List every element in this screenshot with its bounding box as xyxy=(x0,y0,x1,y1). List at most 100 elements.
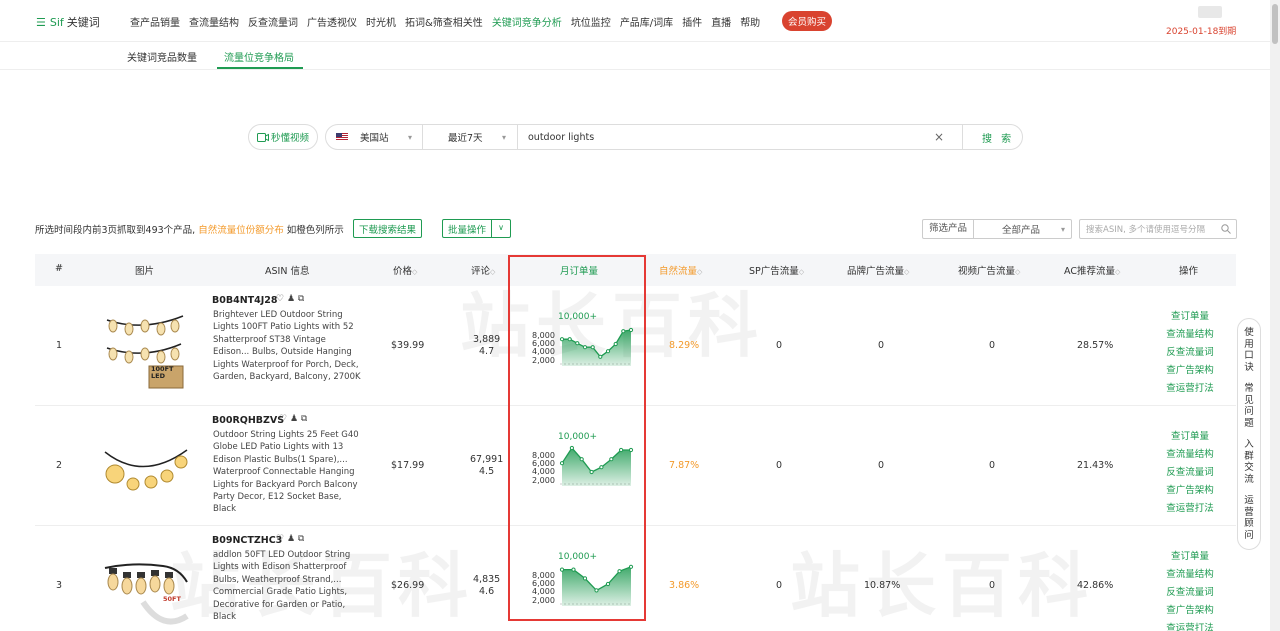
product-image-label: 50FT xyxy=(163,595,181,603)
site-select[interactable]: 美国站 xyxy=(336,125,389,149)
vip-purchase-button[interactable]: 会员购买 xyxy=(782,11,833,31)
operation-link[interactable]: 反查流量词 xyxy=(1165,344,1215,358)
asin-code[interactable]: B00RQHBZVS xyxy=(212,415,284,426)
tab-keyword-competitors[interactable]: 关键词竞品数量 xyxy=(127,49,197,64)
asin-action-icons: ♡ ♟ ⧉ xyxy=(276,534,304,544)
row-operations: 查订单量查流量结构反查流量词查广告架构查运营打法 xyxy=(1165,308,1215,394)
review-count: 67,991 xyxy=(470,454,504,465)
col-video-ad-traffic[interactable]: 视频广告流量◇ xyxy=(958,263,1020,277)
menu-item[interactable]: 产品库/词库 xyxy=(620,14,673,29)
product-title[interactable]: Brightever LED Outdoor String Lights 100… xyxy=(213,309,363,383)
row-number: 3 xyxy=(56,580,63,591)
period-select[interactable]: 最近7天 xyxy=(448,125,483,149)
batch-operations-button[interactable]: 批量操作 ∨ xyxy=(442,219,512,238)
asin-search-input[interactable]: 搜索ASIN, 多个请使用逗号分隔 xyxy=(1079,219,1237,239)
menu-item[interactable]: 广告透视仪 xyxy=(307,14,357,29)
amazon-icon[interactable]: ♟ xyxy=(290,414,298,424)
help-side-panel: 使用口诀常见问题入群交流运营顾问 xyxy=(1237,318,1261,550)
sp-ad-traffic: 0 xyxy=(776,340,783,351)
operation-link[interactable]: 查广告架构 xyxy=(1165,362,1215,376)
operation-link[interactable]: 查流量结构 xyxy=(1165,446,1215,460)
brand-ad-traffic: 10.87% xyxy=(864,580,901,591)
side-panel-item[interactable]: 常见问题 xyxy=(1243,383,1255,429)
side-panel-item[interactable]: 运营顾问 xyxy=(1243,495,1255,541)
col-organic-traffic[interactable]: 自然流量◇ xyxy=(659,263,702,277)
side-panel-item[interactable]: 使用口诀 xyxy=(1243,327,1255,373)
menu-item[interactable]: 插件 xyxy=(682,14,702,29)
rating: 4.6 xyxy=(479,586,495,597)
video-ad-traffic: 0 xyxy=(989,340,996,351)
row-operations: 查订单量查流量结构反查流量词查广告架构查运营打法 xyxy=(1165,428,1215,514)
operation-link[interactable]: 查流量结构 xyxy=(1165,566,1215,580)
operation-link[interactable]: 查流量结构 xyxy=(1165,326,1215,340)
favorite-heart-icon[interactable]: ♡ xyxy=(276,294,284,304)
operation-link[interactable]: 查订单量 xyxy=(1165,548,1215,562)
operation-link[interactable]: 反查流量词 xyxy=(1165,464,1215,478)
review-count: 3,889 xyxy=(473,334,501,345)
top-nav: ☰ Sif 关键词 查产品销量 查流量结构 反查流量词 广告透视仪 时光机 拓词&筛查相关性关… xyxy=(0,0,1270,42)
ac-traffic: 21.43% xyxy=(1077,460,1114,471)
keyword-input[interactable]: outdoor lights xyxy=(528,125,594,149)
copy-icon[interactable]: ⧉ xyxy=(298,534,304,544)
menu-item[interactable]: 坑位监控 xyxy=(571,14,611,29)
menu-item[interactable]: 关键词竞争分析 xyxy=(492,14,562,29)
asin-code[interactable]: B0B4NT4J28 xyxy=(212,295,278,306)
main-menu: 查产品销量 查流量结构 反查流量词 广告透视仪 时光机 拓词&筛查相关性 关键词竞争分析 坑位… xyxy=(130,14,769,29)
col-operations: 操作 xyxy=(1179,266,1199,277)
copy-icon[interactable]: ⧉ xyxy=(301,414,307,424)
scrollbar[interactable] xyxy=(1270,0,1280,631)
row-operations: 查订单量查流量结构反查流量词查广告架构查运营打法 xyxy=(1165,548,1215,631)
search-button[interactable]: 搜 索 xyxy=(982,130,1014,145)
product-title[interactable]: addlon 50FT LED Outdoor String Lights wi… xyxy=(213,549,363,623)
menu-item[interactable]: 反查流量词 xyxy=(248,14,298,29)
operation-link[interactable]: 反查流量词 xyxy=(1165,584,1215,598)
menu-icon[interactable]: ☰ xyxy=(36,16,46,29)
operation-link[interactable]: 查订单量 xyxy=(1165,308,1215,322)
col-sp-ad-traffic[interactable]: SP广告流量◇ xyxy=(749,263,804,277)
download-results-button[interactable]: 下载搜索结果 xyxy=(353,219,423,238)
menu-item[interactable]: 时光机 xyxy=(366,14,396,29)
highlight-frame xyxy=(508,255,646,621)
operation-link[interactable]: 查订单量 xyxy=(1165,428,1215,442)
product-title[interactable]: Outdoor String Lights 25 Feet G40 Globe … xyxy=(213,429,363,516)
amazon-icon[interactable]: ♟ xyxy=(287,294,295,304)
col-asin: ASIN 信息 xyxy=(265,266,310,277)
video-icon xyxy=(256,132,269,142)
copy-icon[interactable]: ⧉ xyxy=(298,294,304,304)
amazon-icon[interactable]: ♟ xyxy=(287,534,295,544)
operation-link[interactable]: 查运营打法 xyxy=(1165,380,1215,394)
menu-item[interactable]: 拓词&筛查相关性 xyxy=(405,14,483,29)
col-ac-traffic[interactable]: AC推荐流量◇ xyxy=(1064,263,1120,277)
user-avatar[interactable] xyxy=(1198,6,1222,18)
video-ad-traffic: 0 xyxy=(989,580,996,591)
asin-code[interactable]: B09NCTZHC3 xyxy=(212,535,282,546)
col-price[interactable]: 价格◇ xyxy=(393,263,417,277)
logo[interactable]: ☰ Sif 关键词 xyxy=(36,14,100,30)
product-image[interactable] xyxy=(103,422,189,512)
operation-link[interactable]: 查运营打法 xyxy=(1165,500,1215,514)
asin-action-icons: ♡ ♟ ⧉ xyxy=(279,414,307,424)
col-brand-ad-traffic[interactable]: 品牌广告流量◇ xyxy=(847,263,909,277)
tab-traffic-competition[interactable]: 流量位竞争格局 xyxy=(224,49,294,64)
favorite-heart-icon[interactable]: ♡ xyxy=(276,534,284,544)
price: $26.99 xyxy=(391,580,425,591)
favorite-heart-icon[interactable]: ♡ xyxy=(279,414,287,424)
row-number: 2 xyxy=(56,460,63,471)
operation-link[interactable]: 查广告架构 xyxy=(1165,602,1215,616)
menu-item[interactable]: 查流量结构 xyxy=(189,14,239,29)
video-guide-button[interactable]: 秒懂视频 xyxy=(248,124,318,150)
row-number: 1 xyxy=(56,340,63,351)
product-image[interactable] xyxy=(103,542,189,631)
side-panel-item[interactable]: 入群交流 xyxy=(1243,439,1255,485)
col-reviews[interactable]: 评论◇ xyxy=(471,263,495,277)
active-tab-underline xyxy=(217,67,303,69)
menu-item[interactable]: 查产品销量 xyxy=(130,14,180,29)
menu-item[interactable]: 帮助 xyxy=(740,14,760,29)
col-image: 图片 xyxy=(135,266,155,277)
chevron-down-icon: ▾ xyxy=(502,133,507,142)
operation-link[interactable]: 查运营打法 xyxy=(1165,620,1215,631)
menu-item[interactable]: 直播 xyxy=(711,14,731,29)
filter-products-select[interactable]: 筛选产品 全部产品 ▾ xyxy=(922,219,1072,239)
clear-icon[interactable]: × xyxy=(934,130,944,144)
operation-link[interactable]: 查广告架构 xyxy=(1165,482,1215,496)
